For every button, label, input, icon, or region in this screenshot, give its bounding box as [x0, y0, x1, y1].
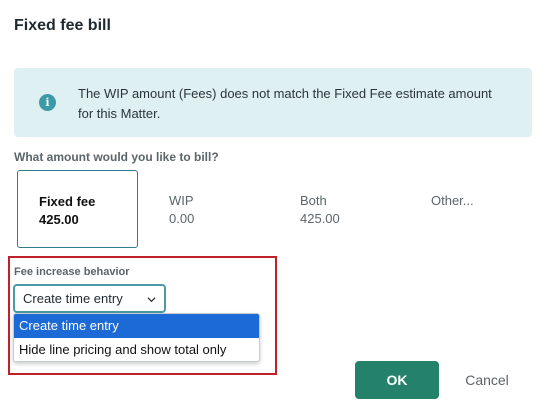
fee-increase-label: Fee increase behavior [14, 266, 130, 278]
dialog-title: Fixed fee bill [14, 17, 111, 34]
chevron-down-icon [147, 297, 156, 303]
bill-option-wip[interactable]: WIP 0.00 [148, 170, 269, 248]
bill-option-label: Fixed fee [39, 194, 96, 209]
info-icon: i [39, 94, 56, 111]
bill-option-value: 425.00 [39, 212, 79, 227]
info-message: The WIP amount (Fees) does not match the… [78, 86, 492, 121]
bill-amount-question: What amount would you like to bill? [14, 150, 219, 164]
bill-option-value: 0.00 [169, 211, 195, 226]
info-banner: i The WIP amount (Fees) does not match t… [14, 68, 532, 137]
dropdown-option-hide-line-pricing[interactable]: Hide line pricing and show total only [14, 338, 259, 361]
bill-option-other[interactable]: Other... [410, 170, 531, 248]
bill-option-fixed-fee[interactable]: Fixed fee 425.00 [17, 170, 138, 248]
fee-increase-dropdown-list: Create time entry Hide line pricing and … [13, 313, 260, 362]
fee-increase-selected-value: Create time entry [23, 291, 123, 306]
ok-button[interactable]: OK [355, 361, 439, 399]
dropdown-option-create-time-entry[interactable]: Create time entry [14, 314, 259, 338]
bill-option-both[interactable]: Both 425.00 [279, 170, 400, 248]
bill-option-value: 425.00 [300, 211, 340, 226]
fixed-fee-bill-dialog: Fixed fee bill i The WIP amount (Fees) d… [0, 0, 546, 412]
bill-option-label: Other... [431, 193, 474, 208]
fee-increase-select[interactable]: Create time entry [13, 284, 166, 313]
bill-option-label: Both [300, 193, 327, 208]
bill-option-label: WIP [169, 193, 194, 208]
cancel-button[interactable]: Cancel [452, 361, 522, 399]
